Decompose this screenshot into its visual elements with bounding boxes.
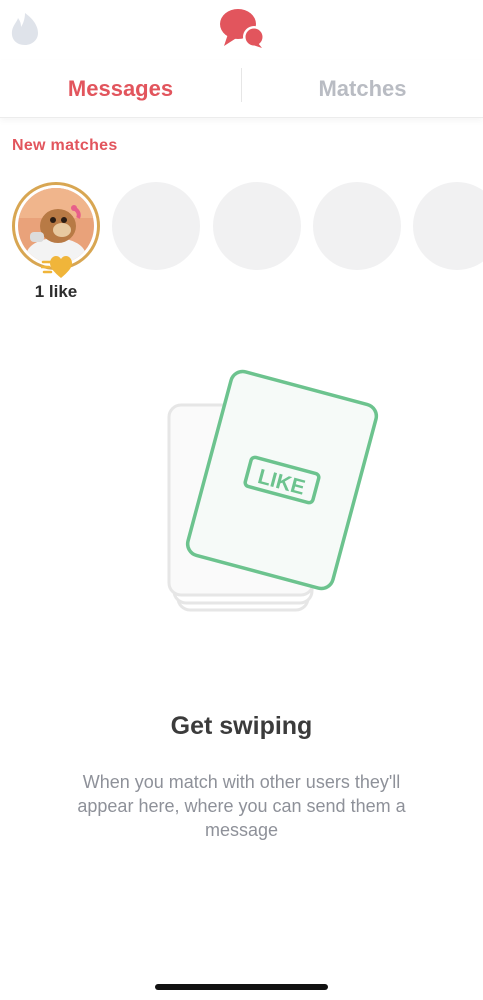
new-matches-title: New matches [12, 137, 118, 154]
tab-bar: Messages Matches [0, 60, 483, 118]
tab-messages[interactable]: Messages [0, 60, 241, 118]
home-indicator[interactable] [155, 984, 328, 990]
swipe-cards-illustration: LIKE [167, 369, 379, 612]
empty-state-title: Get swiping [170, 712, 313, 740]
match-placeholder [313, 182, 401, 270]
match-placeholder [413, 182, 483, 270]
likes-count-label: 1 like [34, 282, 78, 301]
empty-state-body: When you match with other users they'll … [77, 772, 406, 840]
gold-heart-icon [41, 256, 72, 278]
tab-matches[interactable]: Matches [242, 60, 483, 118]
match-placeholder [213, 182, 301, 270]
top-bar [0, 0, 483, 60]
flame-icon[interactable] [10, 12, 40, 46]
chat-bubbles-icon[interactable] [218, 6, 266, 50]
match-placeholder [112, 182, 200, 270]
